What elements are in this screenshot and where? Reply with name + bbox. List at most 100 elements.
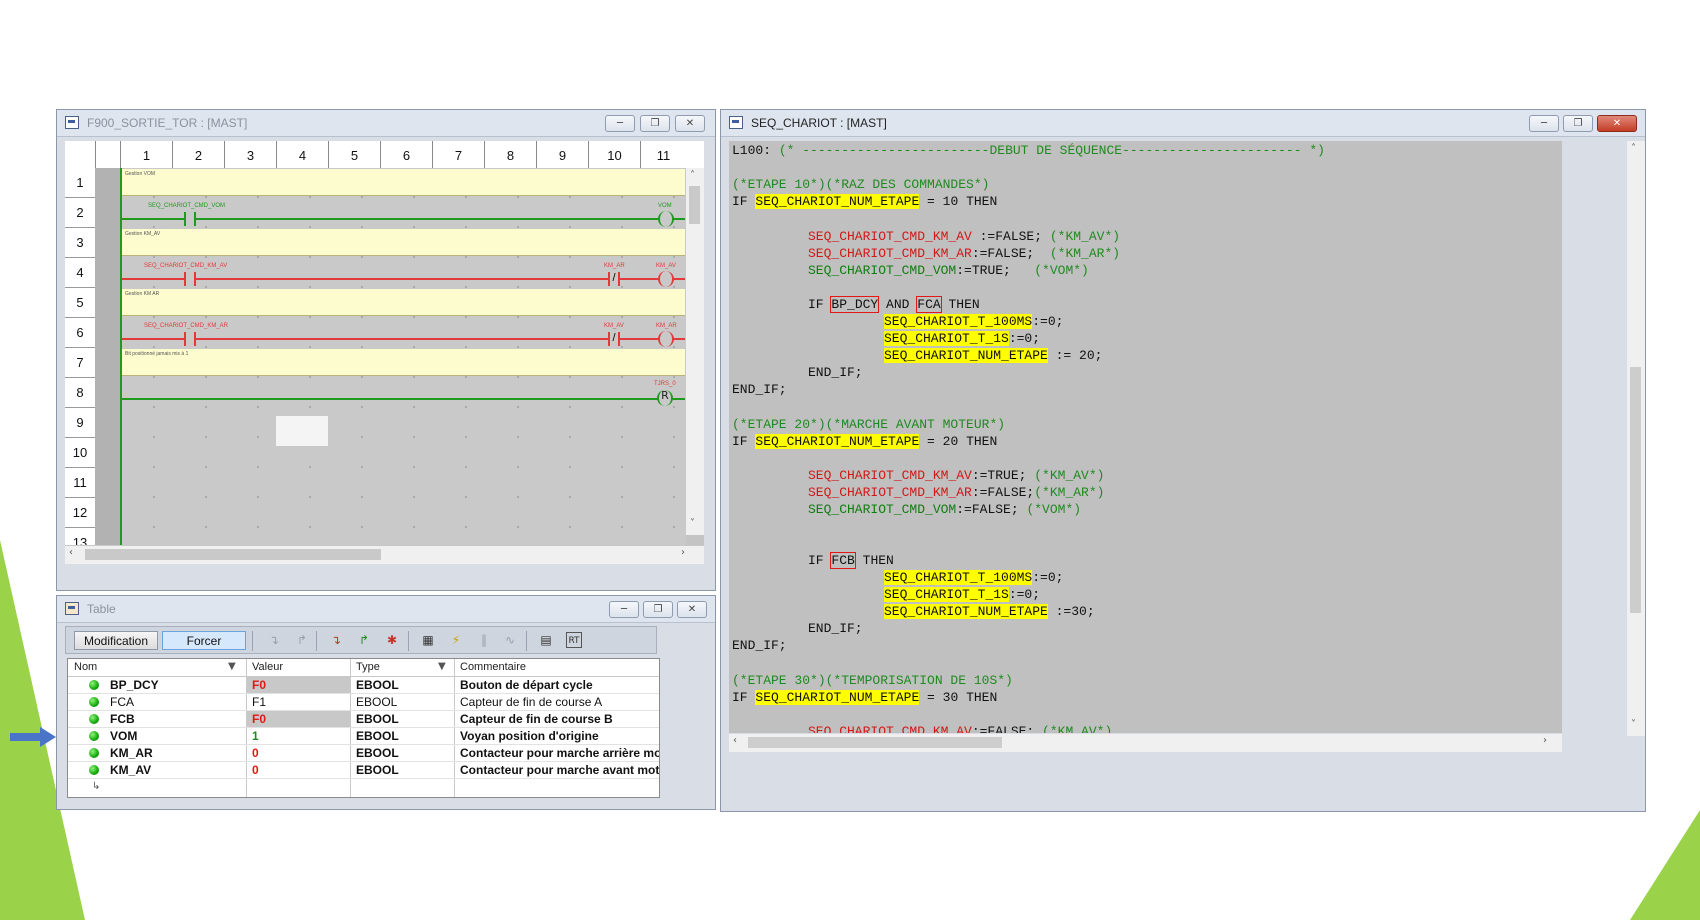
lightning-icon[interactable]: ⚡ [448, 632, 464, 648]
table-row[interactable]: VOM 1 EBOOL Voyan position d'origine [68, 728, 659, 745]
status-green-icon [89, 748, 99, 758]
code-line: SEQ_CHARIOT_CMD_VOM:=TRUE; (*VOM*) [808, 263, 1089, 278]
scroll-left-icon[interactable]: ‹ [69, 547, 73, 558]
var-value[interactable]: F0 [246, 677, 350, 693]
var-comment: Voyan position d'origine [460, 729, 599, 743]
scroll-thumb[interactable] [689, 186, 700, 224]
contact[interactable] [184, 272, 196, 286]
force-1-icon[interactable]: ↱ [294, 632, 310, 648]
restore-button[interactable]: ❐ [643, 601, 673, 618]
code-vertical-scrollbar[interactable]: ˄ ˅ [1627, 141, 1645, 736]
unforce-icon[interactable]: ✱ [384, 632, 400, 648]
ladder-grid[interactable]: Gestion VOM SEQ_CHARIOT_CMD_VOM VOM Gest… [120, 168, 686, 545]
var-comment: Contacteur pour marche arrière mo... [460, 746, 659, 760]
coil[interactable] [658, 331, 674, 347]
rt-icon[interactable]: RT [566, 632, 582, 648]
status-green-icon [89, 697, 99, 707]
row-number: 7 [65, 348, 95, 378]
header-valeur[interactable]: Valeur [246, 659, 350, 676]
bars-icon[interactable]: ‖ [476, 632, 492, 648]
col-header: 9 [536, 141, 588, 168]
var-value[interactable]: 0 [246, 762, 350, 778]
var-type: EBOOL [356, 678, 399, 692]
var-comment: Bouton de départ cycle [460, 678, 593, 692]
restore-button[interactable]: ❐ [1563, 115, 1593, 132]
ladder-vertical-scrollbar[interactable]: ˄ ˅ [685, 168, 704, 535]
negated-contact[interactable]: / [608, 272, 620, 286]
scroll-thumb[interactable] [748, 737, 1002, 748]
ladder-horizontal-scrollbar[interactable]: ‹ › [65, 545, 704, 564]
code-titlebar: SEQ_CHARIOT : [MAST] ─ ❐ ✕ [721, 110, 1645, 137]
contact[interactable] [184, 332, 196, 346]
wave-icon[interactable]: ∿ [502, 632, 518, 648]
var-value[interactable]: F0 [246, 711, 350, 727]
ladder-window: F900_SORTIE_TOR : [MAST] ─ ❐ ✕ 1 2 3 4 5… [56, 109, 716, 591]
close-button[interactable]: ✕ [1597, 115, 1637, 132]
table-row[interactable]: KM_AR 0 EBOOL Contacteur pour marche arr… [68, 745, 659, 762]
ladder-gutter [95, 168, 121, 545]
scroll-thumb[interactable] [1630, 367, 1641, 613]
force-0-icon[interactable]: ↴ [266, 632, 282, 648]
col-header: 1 [120, 141, 172, 168]
chart-icon[interactable]: ▤ [538, 632, 554, 648]
ladder-editor[interactable]: 1 2 3 4 5 6 7 8 9 10 11 1 2 3 4 5 6 7 8 … [65, 141, 704, 545]
code-line: END_IF; [808, 365, 863, 380]
minimize-button[interactable]: ─ [1529, 115, 1559, 132]
toolbar-separator [316, 631, 317, 651]
col-header: 10 [588, 141, 640, 168]
sort-type-icon[interactable]: ▼ [438, 661, 446, 672]
code-horizontal-scrollbar[interactable]: ‹ › [729, 734, 1562, 752]
variables-table[interactable]: Nom ▼ Valeur Type ▼ Commentaire BP_DCY F… [67, 658, 660, 798]
restore-button[interactable]: ❐ [640, 115, 670, 132]
close-button[interactable]: ✕ [677, 601, 707, 618]
code-line: SEQ_CHARIOT_T_1S:=0; [884, 331, 1041, 346]
var-value[interactable]: 0 [246, 745, 350, 761]
contact[interactable] [184, 212, 196, 226]
table-row[interactable]: FCA F1 EBOOL Capteur de fin de course A [68, 694, 659, 711]
row-number: 2 [65, 198, 95, 228]
set-rising-icon[interactable]: ↱ [356, 632, 372, 648]
new-row[interactable]: ↳ [68, 779, 659, 795]
table-row[interactable]: BP_DCY F0 EBOOL Bouton de départ cycle [68, 677, 659, 694]
code-line: SEQ_CHARIOT_CMD_KM_AV :=FALSE; (*KM_AV*) [808, 229, 1121, 244]
coil[interactable] [658, 271, 674, 287]
code-line: IF SEQ_CHARIOT_NUM_ETAPE = 30 THEN [732, 690, 998, 705]
table-toolbar: Modification Forcer ↴ ↱ ↴ ↱ ✱ ▦ ⚡ ‖ ∿ ▤ … [65, 626, 657, 654]
scroll-left-icon[interactable]: ‹ [733, 735, 737, 746]
coil[interactable] [658, 211, 674, 227]
forcer-button[interactable]: Forcer [162, 631, 246, 650]
header-nom[interactable]: Nom [68, 659, 246, 676]
minimize-button[interactable]: ─ [605, 115, 635, 132]
grid-icon[interactable]: ▦ [420, 632, 436, 648]
negated-contact[interactable]: / [608, 332, 620, 346]
scroll-right-icon[interactable]: › [681, 547, 685, 558]
scroll-down-icon[interactable]: ˅ [690, 518, 695, 529]
selected-cell[interactable] [276, 416, 328, 446]
coil-label: TJRS_0 [654, 381, 676, 387]
var-value[interactable]: 1 [246, 728, 350, 744]
code-line: SEQ_CHARIOT_T_1S:=0; [884, 587, 1041, 602]
scroll-right-icon[interactable]: › [1543, 735, 1547, 746]
code-line: SEQ_CHARIOT_NUM_ETAPE :=30; [884, 604, 1095, 619]
var-name: FCA [110, 695, 134, 709]
modification-button[interactable]: Modification [74, 631, 158, 650]
scroll-up-icon[interactable]: ˄ [1631, 143, 1636, 154]
status-green-icon [89, 765, 99, 775]
header-commentaire[interactable]: Commentaire [454, 659, 659, 676]
table-row[interactable]: KM_AV 0 EBOOL Contacteur pour marche ava… [68, 762, 659, 779]
col-header: 6 [380, 141, 432, 168]
scroll-thumb[interactable] [85, 549, 381, 560]
var-type: EBOOL [356, 695, 398, 709]
var-value[interactable]: F1 [246, 694, 350, 710]
status-green-icon [89, 731, 99, 741]
close-button[interactable]: ✕ [675, 115, 705, 132]
sort-nom-icon[interactable]: ▼ [228, 661, 236, 672]
table-row[interactable]: FCB F0 EBOOL Capteur de fin de course B [68, 711, 659, 728]
reset-coil[interactable]: R [657, 390, 673, 406]
set-falling-icon[interactable]: ↴ [328, 632, 344, 648]
scroll-up-icon[interactable]: ˄ [690, 170, 695, 181]
row-number: 5 [65, 288, 95, 318]
minimize-button[interactable]: ─ [609, 601, 639, 618]
scroll-down-icon[interactable]: ˅ [1631, 719, 1636, 730]
st-code-editor[interactable]: L100: (* ------------------------DEBUT D… [729, 141, 1562, 733]
